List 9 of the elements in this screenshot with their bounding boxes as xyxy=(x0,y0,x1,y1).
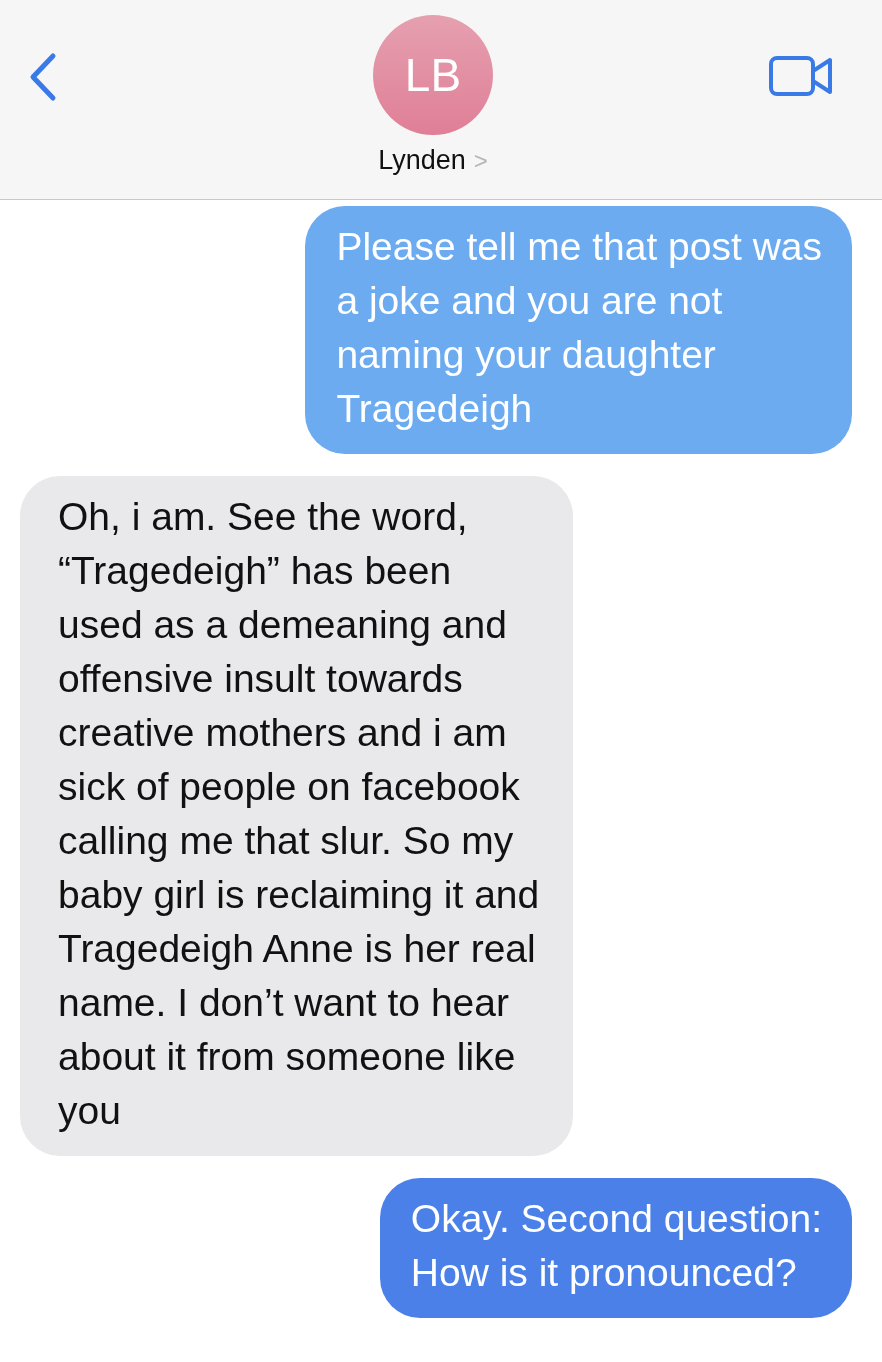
back-chevron-icon xyxy=(28,52,58,102)
contact-name[interactable]: Lynden xyxy=(378,145,466,176)
message-bubble: Okay. Second question: How is it pronounced? xyxy=(379,1178,852,1318)
video-call-button[interactable] xyxy=(768,55,834,97)
message-bubble: Oh, i am. See the word, “Tragedeigh” has been used as a demeaning and offensive insult towards creative mothers and i am sick of people on facebook calling me that slur. So my baby girl is reclaiming it and Tragedeigh Anne is her real name. I don’t want to hear about it from someone like you xyxy=(20,476,574,1156)
message-bubble: Please tell me that post was a joke and you are not naming your daughter Tragedeigh xyxy=(305,206,852,454)
back-button[interactable] xyxy=(28,52,58,102)
chevron-icon: > xyxy=(473,146,488,175)
video-camera-icon xyxy=(768,55,834,97)
